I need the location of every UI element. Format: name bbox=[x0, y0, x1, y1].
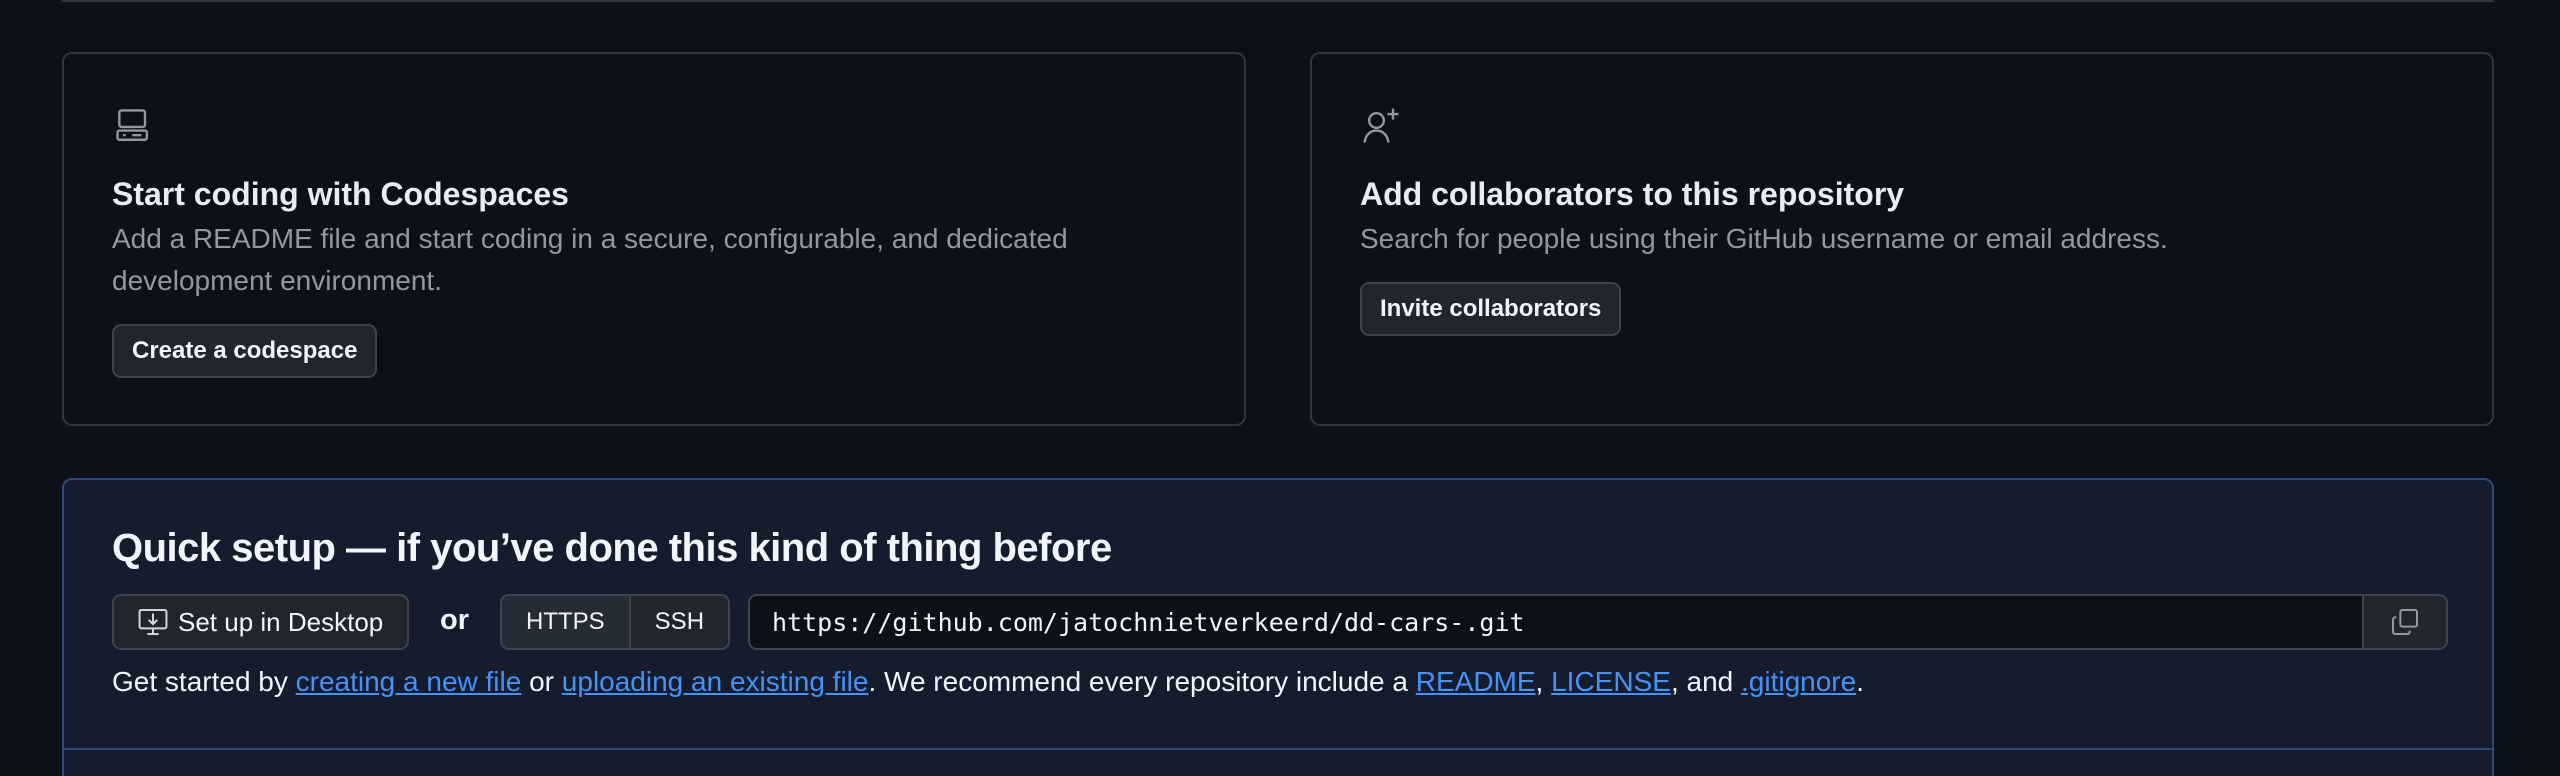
quick-setup-help: Get started by creating a new file or up… bbox=[112, 666, 1864, 698]
clone-url-input[interactable] bbox=[748, 594, 2370, 650]
help-text: or bbox=[521, 666, 562, 697]
help-text: , and bbox=[1670, 666, 1741, 697]
person-add-icon bbox=[1360, 104, 1404, 148]
collaborators-card: Add collaborators to this repository Sea… bbox=[1310, 52, 2494, 426]
license-link[interactable]: LICENSE bbox=[1551, 666, 1671, 697]
help-text: , bbox=[1535, 666, 1552, 697]
codespaces-description: Add a README file and start coding in a … bbox=[112, 223, 1068, 296]
codespaces-card: Start coding with Codespaces Add a READM… bbox=[62, 52, 1246, 426]
copy-url-button[interactable] bbox=[2362, 594, 2448, 650]
create-codespace-button[interactable]: Create a codespace bbox=[112, 324, 378, 378]
quick-setup-title: Quick setup — if you’ve done this kind o… bbox=[112, 526, 1112, 570]
help-text: . We recommend every repository include … bbox=[868, 666, 1416, 697]
protocol-ssh-button[interactable]: SSH bbox=[628, 596, 729, 648]
or-label: or bbox=[440, 604, 469, 636]
protocol-toggle: HTTPS SSH bbox=[500, 594, 731, 650]
repo-empty-page: Start coding with Codespaces Add a READM… bbox=[0, 0, 2560, 776]
quick-setup-panel: Quick setup — if you’ve done this kind o… bbox=[62, 478, 2494, 776]
setup-desktop-button[interactable]: Set up in Desktop bbox=[112, 594, 410, 650]
copy-icon bbox=[2389, 606, 2421, 638]
help-text: Get started by bbox=[112, 666, 296, 697]
collaborators-description: Search for people using their GitHub use… bbox=[1360, 223, 2168, 254]
invite-collaborators-button[interactable]: Invite collaborators bbox=[1360, 282, 1622, 336]
gitignore-link[interactable]: .gitignore bbox=[1741, 666, 1856, 697]
setup-desktop-label: Set up in Desktop bbox=[178, 606, 384, 637]
protocol-https-button[interactable]: HTTPS bbox=[502, 596, 629, 648]
help-text: . bbox=[1856, 666, 1864, 697]
desktop-download-icon bbox=[136, 605, 170, 639]
collaborators-title: Add collaborators to this repository bbox=[1360, 176, 1905, 212]
codespaces-icon bbox=[112, 104, 156, 148]
divider bbox=[62, 0, 2494, 2]
codespaces-title: Start coding with Codespaces bbox=[112, 176, 569, 212]
quick-setup-divider bbox=[62, 748, 2494, 750]
upload-file-link[interactable]: uploading an existing file bbox=[562, 666, 869, 697]
create-new-file-link[interactable]: creating a new file bbox=[296, 666, 522, 697]
readme-link[interactable]: README bbox=[1416, 666, 1536, 697]
